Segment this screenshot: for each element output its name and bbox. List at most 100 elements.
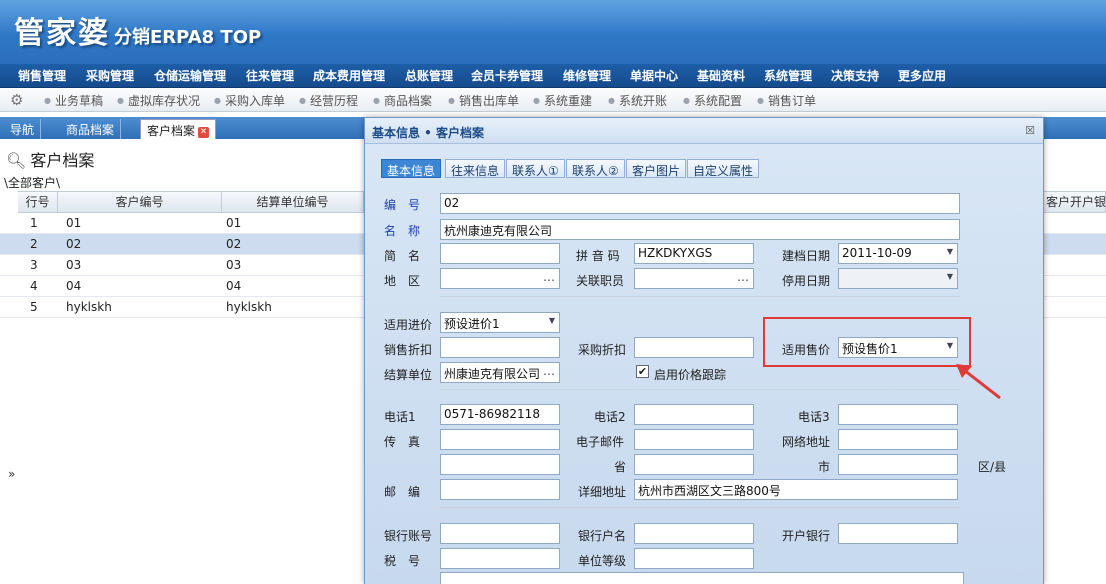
quick-link[interactable]: 采购入库单 xyxy=(214,92,285,109)
email-input[interactable] xyxy=(634,429,754,450)
ellipsis-icon[interactable]: … xyxy=(543,364,555,378)
customer-code-cell: hyklskh xyxy=(66,300,112,314)
menu-sales[interactable]: 销售管理 xyxy=(18,67,66,84)
tab-contact-1[interactable]: 联系人① xyxy=(506,159,565,178)
ellipsis-icon[interactable]: … xyxy=(737,270,749,284)
divider xyxy=(440,389,960,390)
phone-3-input[interactable] xyxy=(838,404,958,425)
settle-code-cell: hyklskh xyxy=(226,300,272,314)
quick-link[interactable]: 销售订单 xyxy=(757,92,816,109)
bank-account-input[interactable] xyxy=(440,523,560,544)
menu-basic-data[interactable]: 基础资料 xyxy=(697,67,745,84)
pointer-arrow xyxy=(956,364,1001,400)
buy-price-select[interactable]: 预设进价1 ▼ xyxy=(440,312,560,333)
phone-1-input[interactable]: 0571-86982118 xyxy=(440,404,560,425)
quick-link[interactable]: 系统配置 xyxy=(683,92,742,109)
label-fax: 传 真 xyxy=(384,435,421,449)
quick-link[interactable]: 系统重建 xyxy=(533,92,592,109)
label-tax-no: 税 号 xyxy=(384,554,421,568)
quick-link[interactable]: 业务草稿 xyxy=(44,92,103,109)
bank-input[interactable] xyxy=(838,523,958,544)
page-title: 🔍︎ 客户档案 xyxy=(6,151,95,170)
bank-name-input[interactable] xyxy=(634,523,754,544)
chevron-down-icon: ▼ xyxy=(946,272,953,281)
label-buy-discount: 采购折扣 xyxy=(578,343,627,357)
ellipsis-icon[interactable]: … xyxy=(543,270,555,284)
notes-input[interactable] xyxy=(440,572,964,584)
close-icon[interactable]: ✕ xyxy=(198,127,210,138)
fax-input[interactable] xyxy=(440,429,560,450)
chevron-down-icon: ▼ xyxy=(548,316,555,325)
quick-link[interactable]: 经营历程 xyxy=(299,92,358,109)
highlight-box xyxy=(763,317,971,367)
menu-accounts[interactable]: 往来管理 xyxy=(246,67,294,84)
app-header: 管家婆 分销ERPA8 TOP xyxy=(0,0,1106,64)
dialog-title-bar: 基本信息 • 客户档案 ☒ xyxy=(365,118,1043,144)
expand-panel-button[interactable]: » xyxy=(8,467,15,481)
menu-system[interactable]: 系统管理 xyxy=(764,67,812,84)
label-unit-level: 单位等级 xyxy=(578,554,627,568)
quick-link[interactable]: 商品档案 xyxy=(373,92,432,109)
quick-link[interactable]: 系统开账 xyxy=(608,92,667,109)
city-input[interactable] xyxy=(838,454,958,475)
created-date-select[interactable]: 2011-10-09 ▼ xyxy=(838,243,958,264)
menu-warehouse[interactable]: 仓储运输管理 xyxy=(154,67,226,84)
breadcrumb[interactable]: \全部客户\ xyxy=(4,174,60,191)
menu-purchase[interactable]: 采购管理 xyxy=(86,67,134,84)
name-input[interactable]: 杭州康迪克有限公司 xyxy=(440,219,960,240)
province-input[interactable] xyxy=(634,454,754,475)
menu-decision[interactable]: 决策支持 xyxy=(831,67,879,84)
sale-discount-input[interactable] xyxy=(440,337,560,358)
zip-input[interactable] xyxy=(440,479,560,500)
col-header-settle-code[interactable]: 结算单位编号 xyxy=(222,191,364,213)
label-sale-discount: 销售折扣 xyxy=(384,343,433,357)
col-header-customer-code[interactable]: 客户编号 xyxy=(58,191,222,213)
label-phone-1: 电话1 xyxy=(384,410,416,424)
buy-discount-input[interactable] xyxy=(634,337,754,358)
menu-ledger[interactable]: 总账管理 xyxy=(405,67,453,84)
gear-icon[interactable]: ⚙ xyxy=(10,92,26,108)
tab-customer-archive[interactable]: 客户档案 ✕ xyxy=(140,119,217,139)
row-number-cell: 5 xyxy=(30,300,38,314)
website-input[interactable] xyxy=(838,429,958,450)
label-address: 详细地址 xyxy=(578,485,627,499)
menu-repair[interactable]: 维修管理 xyxy=(563,67,611,84)
tab-basic-info[interactable]: 基本信息 xyxy=(381,159,442,178)
disabled-date-select[interactable]: ▼ xyxy=(838,268,958,289)
row-number-cell: 3 xyxy=(30,258,38,272)
menu-cost[interactable]: 成本费用管理 xyxy=(313,67,385,84)
country-input[interactable] xyxy=(440,454,560,475)
pinyin-input[interactable]: HZKDKYXGS xyxy=(634,243,754,264)
col-header-customer-bank[interactable]: 客户开户银 xyxy=(1044,191,1106,213)
region-picker[interactable]: … xyxy=(440,268,560,289)
price-tracking-checkbox[interactable]: ✔ xyxy=(636,365,649,378)
tab-navigation[interactable]: 导航 xyxy=(4,119,42,139)
tab-transactions[interactable]: 往来信息 xyxy=(445,159,506,178)
menu-membership[interactable]: 会员卡券管理 xyxy=(471,67,543,84)
quick-link[interactable]: 销售出库单 xyxy=(448,92,519,109)
phone-2-input[interactable] xyxy=(634,404,754,425)
address-input[interactable]: 杭州市西湖区文三路800号 xyxy=(634,479,958,500)
row-number-cell: 1 xyxy=(30,216,38,230)
short-name-input[interactable] xyxy=(440,243,560,264)
tab-contact-2[interactable]: 联系人② xyxy=(566,159,625,178)
staff-picker[interactable]: … xyxy=(634,268,754,289)
label-staff: 关联职员 xyxy=(576,274,625,288)
tab-custom-attributes[interactable]: 自定义属性 xyxy=(687,159,760,178)
tab-product-archive[interactable]: 商品档案 xyxy=(60,119,122,139)
tab-customer-image[interactable]: 客户图片 xyxy=(626,159,687,178)
code-input[interactable]: 02 xyxy=(440,193,960,214)
tax-no-input[interactable] xyxy=(440,548,560,569)
col-header-row-no[interactable]: 行号 xyxy=(18,191,58,213)
settle-unit-picker[interactable]: 州康迪克有限公司… xyxy=(440,362,560,383)
quick-link[interactable]: 虚拟库存状况 xyxy=(117,92,200,109)
settle-code-cell: 01 xyxy=(226,216,242,230)
row-number-cell: 2 xyxy=(30,237,38,251)
unit-level-input[interactable] xyxy=(634,548,754,569)
label-price-tracking: 启用价格跟踪 xyxy=(654,368,727,382)
label-phone-3: 电话3 xyxy=(798,410,830,424)
menu-more[interactable]: 更多应用 xyxy=(898,67,946,84)
menu-documents[interactable]: 单据中心 xyxy=(630,67,678,84)
search-icon: 🔍︎ xyxy=(6,151,27,170)
close-icon[interactable]: ☒ xyxy=(1025,124,1035,137)
